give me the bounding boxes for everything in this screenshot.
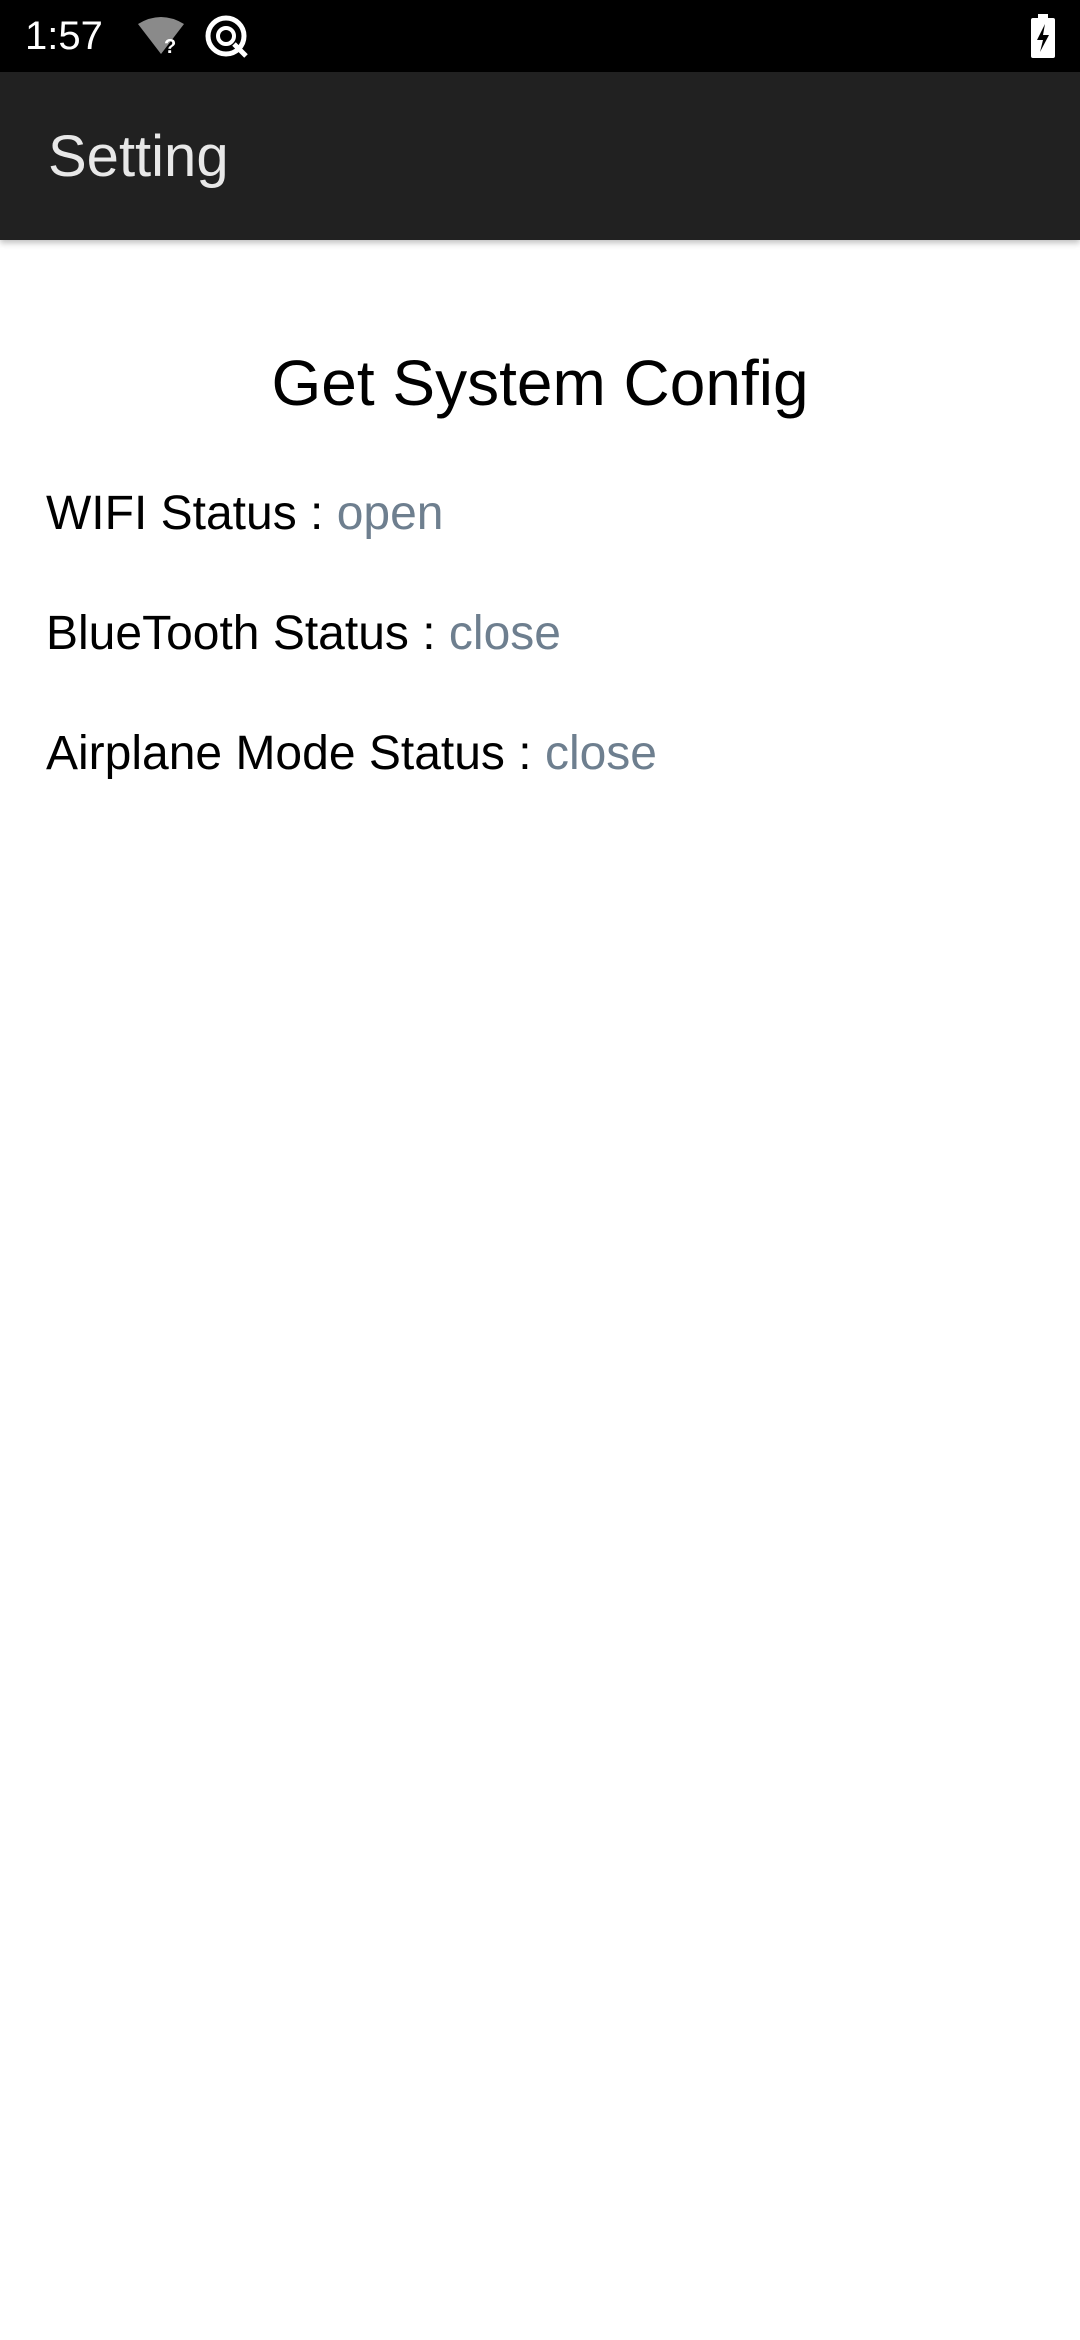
svg-text:?: ? <box>164 36 176 56</box>
app-title: Setting <box>48 124 229 189</box>
airplane-mode-status-value: close <box>544 727 657 780</box>
app-bar: Setting <box>0 72 1080 240</box>
airplane-mode-status-label: Airplane Mode Status : <box>46 727 545 780</box>
sync-icon <box>204 14 248 58</box>
bluetooth-status-label: BlueTooth Status : <box>46 607 449 660</box>
wifi-status-label: WIFI Status : <box>46 487 337 540</box>
wifi-status-row: WIFI Status : open <box>46 486 444 542</box>
bluetooth-status-value: close <box>448 607 561 660</box>
wifi-unknown-icon: ? <box>136 16 186 58</box>
battery-charging-icon <box>1030 14 1056 58</box>
bluetooth-status-row: BlueTooth Status : close <box>46 606 561 662</box>
status-bar: 1:57 ? <box>0 0 1080 72</box>
page-heading: Get System Config <box>271 347 809 419</box>
airplane-mode-status-row: Airplane Mode Status : close <box>46 726 657 782</box>
wifi-status-value: open <box>336 487 444 540</box>
status-time: 1:57 <box>25 14 103 58</box>
